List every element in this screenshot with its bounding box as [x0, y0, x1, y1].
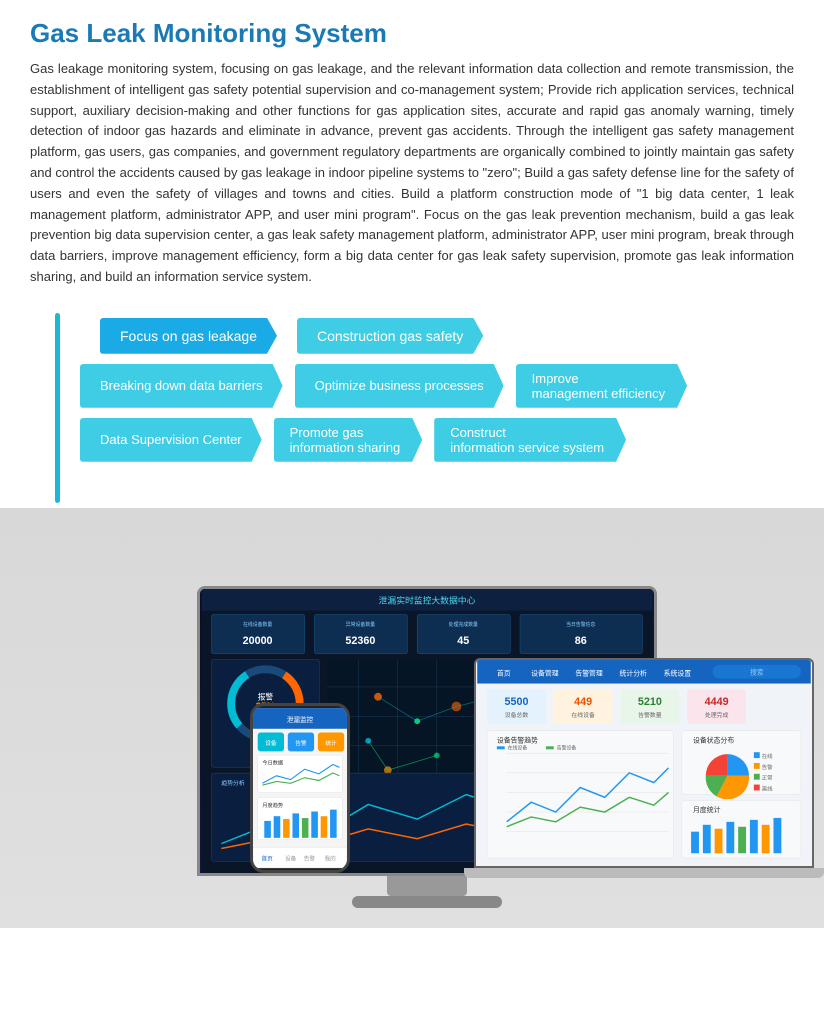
svg-text:告警: 告警 — [304, 854, 316, 862]
svg-text:搜索: 搜索 — [750, 667, 764, 676]
svg-text:趋势分析: 趋势分析 — [221, 779, 245, 787]
svg-text:设备总数: 设备总数 — [505, 711, 529, 719]
tag-promote-line1: Promote gas — [290, 425, 364, 440]
tag-promote-line2: information sharing — [290, 440, 401, 455]
tags-row-2: Breaking down data barriers Optimize bus… — [80, 364, 794, 408]
screenshots-section: 泄漏实时监控大数据中心 在线设备数量 20000 异常设备数量 52360 处理… — [0, 508, 824, 928]
tag-optimize-business[interactable]: Optimize business processes — [295, 364, 504, 408]
svg-text:统计分析: 统计分析 — [619, 668, 647, 677]
monitor-base — [352, 896, 502, 908]
tag-breaking-data-barriers[interactable]: Breaking down data barriers — [80, 364, 283, 408]
svg-text:异常设备数量: 异常设备数量 — [346, 621, 375, 628]
svg-text:首页: 首页 — [497, 668, 511, 677]
svg-text:设备: 设备 — [265, 739, 277, 747]
svg-text:86: 86 — [575, 635, 587, 647]
tag-improve-line1: Improve — [532, 371, 579, 386]
phone-wrapper: 泄漏监控 设备 告警 统计 今日数据 月度趋势 — [250, 703, 350, 873]
laptop-screen-frame: 首页 设备管理 告警管理 统计分析 系统设置 搜索 5500 设备总数 4 — [474, 658, 814, 868]
svg-text:月度趋势: 月度趋势 — [262, 801, 283, 809]
svg-text:449: 449 — [574, 696, 592, 708]
svg-text:设备管理: 设备管理 — [531, 668, 559, 677]
laptop-screen-content: 首页 设备管理 告警管理 统计分析 系统设置 搜索 5500 设备总数 4 — [476, 660, 812, 866]
page-title: Gas Leak Monitoring System — [30, 18, 794, 49]
tag-construction-gas-safety[interactable]: Construction gas safety — [297, 318, 483, 354]
svg-text:20000: 20000 — [243, 635, 273, 647]
laptop-dashboard-svg: 首页 设备管理 告警管理 统计分析 系统设置 搜索 5500 设备总数 4 — [476, 660, 812, 866]
tags-layout: Focus on gas leakage Construction gas sa… — [50, 318, 794, 462]
svg-text:正常: 正常 — [762, 773, 773, 781]
svg-text:当日告警信息: 当日告警信息 — [566, 621, 595, 628]
svg-text:月度统计: 月度统计 — [693, 805, 721, 814]
tag-construct-line2: information service system — [450, 440, 604, 455]
svg-text:离线: 离线 — [762, 784, 773, 792]
svg-text:5210: 5210 — [638, 696, 662, 708]
svg-text:处理完成: 处理完成 — [705, 711, 729, 719]
svg-text:在线: 在线 — [762, 752, 773, 760]
svg-text:5500: 5500 — [504, 696, 528, 708]
svg-text:首页: 首页 — [261, 854, 273, 862]
svg-text:设备状态分布: 设备状态分布 — [693, 735, 734, 744]
features-section: Focus on gas leakage Construction gas sa… — [0, 298, 824, 508]
laptop-wrapper: 首页 设备管理 告警管理 统计分析 系统设置 搜索 5500 设备总数 4 — [474, 658, 814, 878]
svg-text:在线设备数量: 在线设备数量 — [243, 621, 272, 628]
svg-text:今日数据: 今日数据 — [262, 758, 283, 766]
svg-text:在线设备: 在线设备 — [508, 744, 528, 751]
svg-text:处理完成数量: 处理完成数量 — [449, 621, 478, 628]
left-accent-bar — [55, 313, 60, 503]
page-wrapper: Gas Leak Monitoring System Gas leakage m… — [0, 0, 824, 928]
tag-data-supervision[interactable]: Data Supervision Center — [80, 418, 262, 462]
svg-text:告警: 告警 — [762, 763, 773, 771]
svg-text:设备告警趋势: 设备告警趋势 — [497, 735, 538, 744]
tag-focus-gas-leakage[interactable]: Focus on gas leakage — [100, 318, 277, 354]
header-section: Gas Leak Monitoring System Gas leakage m… — [0, 0, 824, 298]
svg-text:泄漏实时监控大数据中心: 泄漏实时监控大数据中心 — [379, 594, 476, 605]
svg-text:设备: 设备 — [285, 854, 297, 862]
tag-construct-info[interactable]: Construct information service system — [434, 418, 626, 462]
svg-text:统计: 统计 — [325, 739, 337, 747]
tags-row-1: Focus on gas leakage Construction gas sa… — [100, 318, 794, 354]
svg-text:告警: 告警 — [295, 739, 307, 747]
svg-text:我的: 我的 — [324, 854, 336, 862]
monitor-stand — [387, 876, 467, 896]
tag-promote-gas[interactable]: Promote gas information sharing — [274, 418, 423, 462]
svg-text:泄漏监控: 泄漏监控 — [287, 715, 314, 724]
phone-frame: 泄漏监控 设备 告警 统计 今日数据 月度趋势 — [250, 703, 350, 873]
laptop-base — [464, 868, 824, 878]
svg-text:52360: 52360 — [345, 635, 375, 647]
tag-improve-management[interactable]: Improve management efficiency — [516, 364, 687, 408]
svg-text:告警数量: 告警数量 — [638, 711, 662, 719]
tag-improve-line2: management efficiency — [532, 386, 665, 401]
svg-text:报警: 报警 — [258, 691, 274, 701]
svg-text:告警设备: 告警设备 — [557, 744, 577, 751]
svg-text:4449: 4449 — [705, 696, 729, 708]
tag-construct-line1: Construct — [450, 425, 506, 440]
svg-text:在线设备: 在线设备 — [571, 711, 595, 719]
description-text: Gas leakage monitoring system, focusing … — [30, 59, 794, 288]
svg-text:45: 45 — [457, 635, 469, 647]
tags-row-3: Data Supervision Center Promote gas info… — [80, 418, 794, 462]
phone-screen-svg: 泄漏监控 设备 告警 统计 今日数据 月度趋势 — [253, 706, 347, 870]
svg-text:系统设置: 系统设置 — [664, 668, 692, 677]
svg-text:告警管理: 告警管理 — [575, 668, 603, 677]
